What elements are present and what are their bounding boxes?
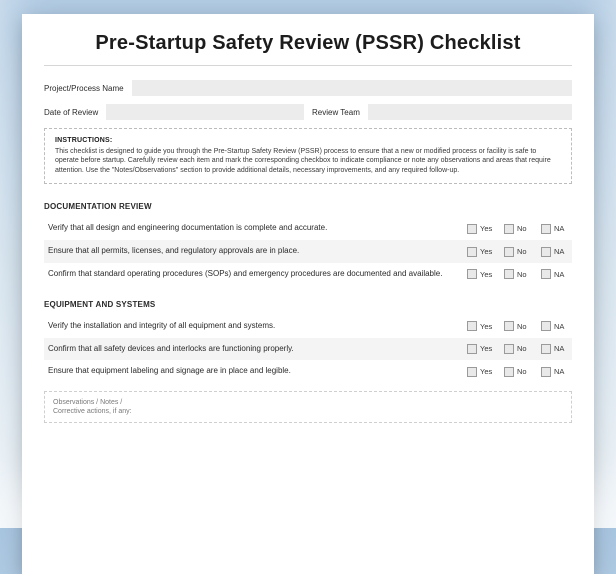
item-options: Yes No NA <box>467 344 568 354</box>
item-options: Yes No NA <box>467 247 568 257</box>
opt-yes: Yes <box>480 247 494 256</box>
meta-row-project: Project/Process Name <box>44 80 572 96</box>
checkbox-yes[interactable] <box>467 367 477 377</box>
checkbox-no[interactable] <box>504 321 514 331</box>
page-title: Pre-Startup Safety Review (PSSR) Checkli… <box>44 32 572 65</box>
opt-no: No <box>517 344 531 353</box>
meta-row-date-team: Date of Review Review Team <box>44 104 572 120</box>
date-input[interactable] <box>106 104 304 120</box>
opt-no: No <box>517 367 531 376</box>
item-text: Confirm that standard operating procedur… <box>48 269 459 280</box>
opt-na: NA <box>554 270 568 279</box>
checkbox-na[interactable] <box>541 344 551 354</box>
item-text: Verify that all design and engineering d… <box>48 223 459 234</box>
opt-yes: Yes <box>480 224 494 233</box>
checkbox-na[interactable] <box>541 321 551 331</box>
divider <box>44 65 572 66</box>
item-text: Confirm that all safety devices and inte… <box>48 344 459 355</box>
instructions-box: INSTRUCTIONS: This checklist is designed… <box>44 128 572 184</box>
opt-no: No <box>517 322 531 331</box>
checkbox-no[interactable] <box>504 367 514 377</box>
project-input[interactable] <box>132 80 572 96</box>
checkbox-na[interactable] <box>541 367 551 377</box>
checkbox-yes[interactable] <box>467 344 477 354</box>
checkbox-yes[interactable] <box>467 269 477 279</box>
checkbox-na[interactable] <box>541 269 551 279</box>
opt-yes: Yes <box>480 322 494 331</box>
item-options: Yes No NA <box>467 269 568 279</box>
team-label: Review Team <box>312 108 360 117</box>
team-input[interactable] <box>368 104 572 120</box>
opt-na: NA <box>554 344 568 353</box>
checkbox-na[interactable] <box>541 224 551 234</box>
notes-box[interactable]: Observations / Notes / Corrective action… <box>44 391 572 423</box>
checkbox-no[interactable] <box>504 269 514 279</box>
checkbox-no[interactable] <box>504 247 514 257</box>
project-label: Project/Process Name <box>44 84 124 93</box>
instructions-heading: INSTRUCTIONS: <box>55 137 561 144</box>
section-title: EQUIPMENT AND SYSTEMS <box>44 300 572 309</box>
checklist-item: Ensure that all permits, licenses, and r… <box>44 240 572 263</box>
opt-yes: Yes <box>480 270 494 279</box>
checklist-item: Verify that all design and engineering d… <box>44 217 572 240</box>
section-title: DOCUMENTATION REVIEW <box>44 202 572 211</box>
checkbox-no[interactable] <box>504 224 514 234</box>
checklist-item: Confirm that all safety devices and inte… <box>44 338 572 361</box>
opt-na: NA <box>554 224 568 233</box>
opt-na: NA <box>554 247 568 256</box>
opt-na: NA <box>554 367 568 376</box>
item-options: Yes No NA <box>467 321 568 331</box>
opt-yes: Yes <box>480 367 494 376</box>
opt-na: NA <box>554 322 568 331</box>
instructions-body: This checklist is designed to guide you … <box>55 147 561 175</box>
item-text: Ensure that all permits, licenses, and r… <box>48 246 459 257</box>
item-text: Ensure that equipment labeling and signa… <box>48 366 459 377</box>
opt-no: No <box>517 224 531 233</box>
notes-label: Observations / Notes / Corrective action… <box>53 398 143 416</box>
checklist-item: Verify the installation and integrity of… <box>44 315 572 338</box>
checkbox-no[interactable] <box>504 344 514 354</box>
checkbox-yes[interactable] <box>467 224 477 234</box>
item-options: Yes No NA <box>467 224 568 234</box>
checklist-item: Confirm that standard operating procedur… <box>44 263 572 286</box>
checkbox-na[interactable] <box>541 247 551 257</box>
item-text: Verify the installation and integrity of… <box>48 321 459 332</box>
checkbox-yes[interactable] <box>467 247 477 257</box>
checkbox-yes[interactable] <box>467 321 477 331</box>
opt-no: No <box>517 247 531 256</box>
date-label: Date of Review <box>44 108 98 117</box>
opt-yes: Yes <box>480 344 494 353</box>
item-options: Yes No NA <box>467 367 568 377</box>
document-page: Pre-Startup Safety Review (PSSR) Checkli… <box>22 14 594 574</box>
checklist-item: Ensure that equipment labeling and signa… <box>44 360 572 383</box>
opt-no: No <box>517 270 531 279</box>
